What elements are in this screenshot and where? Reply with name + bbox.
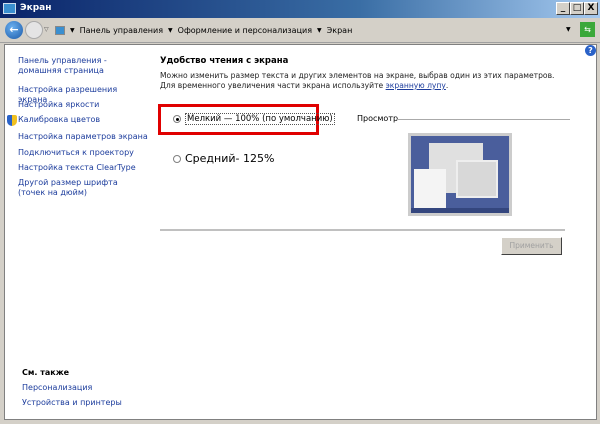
option-medium-label[interactable]: Средний- 125% bbox=[185, 152, 274, 165]
breadcrumb: ▼ Панель управления ▼ Оформление и персо… bbox=[55, 21, 570, 39]
sidebar-item-dpi[interactable]: Другой размер шрифта (точек на дюйм) bbox=[18, 178, 146, 198]
maximize-button[interactable]: □ bbox=[570, 2, 584, 15]
close-button[interactable]: X bbox=[584, 2, 598, 15]
control-panel-icon bbox=[55, 25, 65, 35]
breadcrumb-item[interactable]: Оформление и персонализация bbox=[178, 26, 312, 35]
title-bar: Экран _ □ X bbox=[0, 0, 600, 18]
see-also-personalization[interactable]: Персонализация bbox=[22, 383, 92, 393]
radio-small[interactable] bbox=[173, 115, 181, 123]
back-button[interactable]: ← bbox=[5, 21, 23, 39]
see-also-devices[interactable]: Устройства и принтеры bbox=[22, 398, 122, 408]
see-also-title: См. также bbox=[22, 368, 70, 377]
breadcrumb-item[interactable]: Панель управления bbox=[80, 26, 163, 35]
help-icon[interactable]: ? bbox=[585, 45, 596, 56]
chevron-icon[interactable]: ▼ bbox=[70, 27, 75, 34]
sidebar-item-display-settings[interactable]: Настройка параметров экрана bbox=[18, 132, 148, 142]
breadcrumb-item[interactable]: Экран bbox=[327, 26, 353, 35]
apply-button[interactable]: Применить bbox=[501, 237, 562, 255]
chevron-icon[interactable]: ▼ bbox=[317, 27, 322, 34]
refresh-icon[interactable]: ⇆ bbox=[580, 22, 595, 37]
magnifier-link[interactable]: экранную лупу bbox=[386, 81, 446, 90]
address-bar: ← ▽ ▼ Панель управления ▼ Оформление и п… bbox=[0, 18, 600, 43]
option-small-label[interactable]: Мелкий — 100% (по умолчанию) bbox=[185, 113, 335, 125]
shield-icon bbox=[7, 115, 17, 126]
forward-button[interactable] bbox=[25, 21, 43, 39]
preview-divider bbox=[396, 119, 570, 120]
preview-label: Просмотр bbox=[357, 114, 399, 123]
history-dropdown-icon[interactable]: ▽ bbox=[44, 26, 49, 33]
description-end: . bbox=[445, 81, 449, 90]
preview-taskbar bbox=[411, 208, 509, 213]
preview-start-menu bbox=[414, 169, 446, 209]
window-title: Экран bbox=[20, 3, 52, 13]
sidebar-item-brightness[interactable]: Настройка яркости bbox=[18, 100, 148, 110]
divider bbox=[160, 229, 565, 231]
sidebar-item-projector[interactable]: Подключиться к проектору bbox=[18, 148, 148, 158]
radio-medium[interactable] bbox=[173, 155, 181, 163]
description-text: Можно изменить размер текста и других эл… bbox=[160, 71, 555, 90]
chevron-icon[interactable]: ▼ bbox=[168, 27, 173, 34]
address-dropdown-icon[interactable]: ▼ bbox=[566, 26, 571, 33]
preview-image bbox=[408, 133, 512, 216]
minimize-button[interactable]: _ bbox=[556, 2, 570, 15]
sidebar-item-home[interactable]: Панель управления - домашняя страница bbox=[18, 56, 148, 76]
preview-window-front bbox=[456, 160, 498, 198]
description: Можно изменить размер текста и других эл… bbox=[160, 71, 560, 91]
sidebar-item-cleartype[interactable]: Настройка текста ClearType bbox=[18, 163, 148, 173]
page-heading: Удобство чтения с экрана bbox=[160, 56, 289, 66]
sidebar-item-calibrate[interactable]: Калибровка цветов bbox=[18, 115, 148, 125]
monitor-icon bbox=[3, 3, 16, 14]
